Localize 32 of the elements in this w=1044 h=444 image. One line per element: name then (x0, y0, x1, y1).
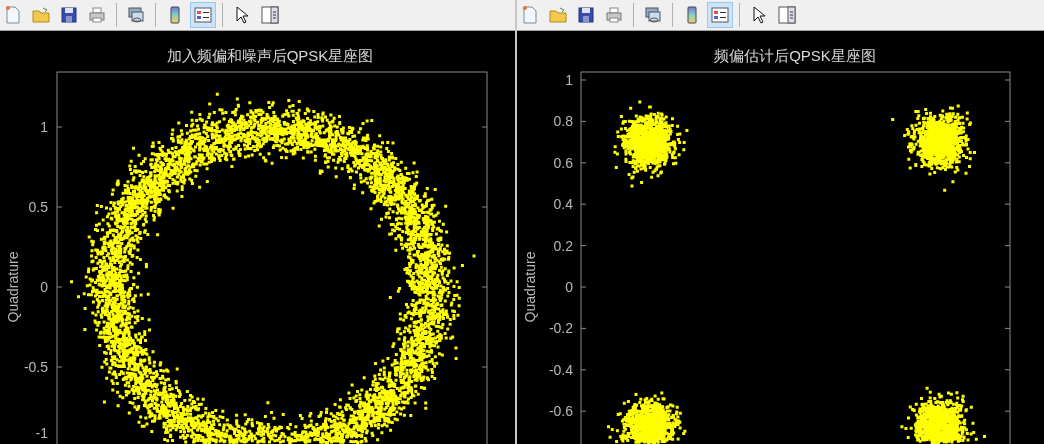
y-tick-label: 1 (565, 72, 573, 88)
property-panel-icon (260, 5, 280, 25)
y-tick-label: 0 (565, 279, 573, 295)
legend-icon (193, 5, 213, 25)
toolbar-button[interactable] (707, 2, 733, 28)
new-file-icon (3, 5, 23, 25)
folder-icon (548, 5, 568, 25)
toolbar-button[interactable] (190, 2, 216, 28)
plot-title: 频偏估计后QPSK星座图 (714, 47, 876, 64)
y-axis-label: Quadrature (5, 251, 21, 323)
y-tick-label: 0 (40, 279, 48, 295)
y-tick-label: 0.8 (553, 113, 573, 130)
figure-windows-icon (643, 5, 663, 25)
plot-title: 加入频偏和噪声后QPSK星座图 (166, 47, 374, 64)
legend-icon (710, 5, 730, 25)
new-file-icon (520, 5, 540, 25)
y-tick-label: 0.4 (553, 196, 573, 213)
figure-windows-icon (126, 5, 146, 25)
y-tick-label: 1 (40, 119, 48, 135)
y-tick-label: 0.5 (28, 199, 48, 215)
folder-icon (31, 5, 51, 25)
y-axis-label: Quadrature (522, 251, 538, 323)
y-tick-label: -0.6 (548, 403, 573, 420)
printer-icon (87, 5, 107, 25)
y-tick-label: -0.5 (23, 359, 48, 375)
property-panel-icon (777, 5, 797, 25)
printer-icon (604, 5, 624, 25)
y-tick-label: -0.2 (548, 320, 573, 337)
y-tick-label: 0.6 (553, 154, 573, 171)
y-tick-label: 0.2 (553, 237, 573, 254)
y-tick-label: -0.4 (548, 361, 573, 378)
y-tick-label: -1 (35, 425, 48, 441)
